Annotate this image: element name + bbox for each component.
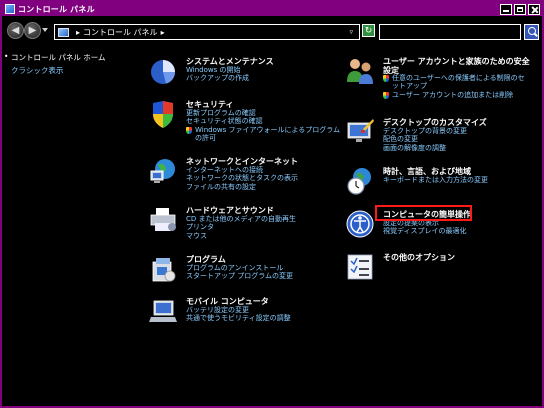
link-file-sharing[interactable]: ファイルの共有の設定 [186,183,298,191]
window-title: コントロール パネル [18,4,95,14]
title-bar[interactable]: コントロール パネル [2,2,542,16]
classic-view-link[interactable]: クラシック表示 [11,65,63,76]
back-button[interactable]: ◀ [7,22,24,39]
back-arrow-icon: ◀ [11,24,20,36]
laptop-icon [149,300,177,322]
address-bar-row: ◀ ▶ ▸ コントロール パネル ▸ ▿ ↻ [2,16,542,44]
minimize-button[interactable] [500,3,512,15]
link-parental-controls[interactable]: 任意のユーザーへの保護者による制限のセ [383,74,525,83]
refresh-icon: ↻ [364,25,373,36]
category-title[interactable]: その他のオプション [383,252,455,263]
breadcrumb-control-panel[interactable]: コントロール パネル [83,27,158,38]
close-button[interactable] [528,3,540,15]
users-icon [347,59,373,84]
maximize-button[interactable] [514,3,526,15]
printer-icon [150,208,176,231]
link-add-remove-users[interactable]: ユーザー アカウントの追加または削除 [383,91,525,99]
desktop-customize-icon [347,119,374,142]
link-optimize-display[interactable]: 視覚ディスプレイの最適化 [383,227,467,235]
link-startup-programs[interactable]: スタートアップ プログラムの変更 [186,272,293,280]
breadcrumb-separator[interactable]: ▸ [76,28,80,37]
link-mobility-settings[interactable]: 共通で使うモビリティ設定の調整 [186,314,291,322]
network-globe-icon [150,159,175,183]
link-screen-resolution[interactable]: 画面の解像度の調整 [383,144,467,152]
search-input[interactable] [379,24,521,40]
forward-button[interactable]: ▶ [24,22,41,39]
link-network-status[interactable]: ネットワークの状態とタスクの表示 [186,174,298,182]
refresh-button[interactable]: ↻ [362,24,375,37]
control-panel-home-link[interactable]: コントロール パネル ホーム [4,52,106,63]
programs-box-icon [152,258,176,282]
highlight-box [375,205,472,221]
link-parental-controls-cont[interactable]: ットアップ [383,82,525,90]
category-title[interactable]: ユーザー アカウントと家族のための安全 [383,56,530,67]
address-dropdown-icon[interactable]: ▿ [349,28,353,36]
security-shield-icon [153,101,173,128]
link-security-status[interactable]: セキュリティ状態の確認 [186,117,340,125]
recent-pages-dropdown[interactable] [42,28,48,32]
pane-divider [132,44,133,406]
clock-globe-icon [347,168,371,195]
link-printer[interactable]: プリンタ [186,223,296,231]
breadcrumb-separator[interactable]: ▸ [161,28,165,37]
control-panel-icon [5,4,15,14]
control-panel-window: コントロール パネル ◀ ▶ ▸ コントロール パネル ▸ ▿ ↻ コントロール… [0,0,544,408]
additional-options-icon [347,254,373,280]
control-panel-icon [58,27,69,37]
search-button[interactable] [524,24,539,40]
forward-arrow-icon: ▶ [28,24,37,36]
address-bar[interactable]: ▸ コントロール パネル ▸ ▿ [54,24,360,40]
system-maintenance-icon [151,60,175,84]
link-firewall-allow[interactable]: Windows ファイアウォールによるプログラム [186,126,340,134]
link-color-scheme[interactable]: 配色の変更 [383,135,467,143]
link-firewall-allow-cont[interactable]: の許可 [186,134,340,142]
link-create-backup[interactable]: バックアップの作成 [186,74,249,82]
link-keyboard-input[interactable]: キーボードまたは入力方法の変更 [383,176,488,184]
link-mouse[interactable]: マウス [186,232,296,240]
ease-of-access-icon [346,210,374,238]
